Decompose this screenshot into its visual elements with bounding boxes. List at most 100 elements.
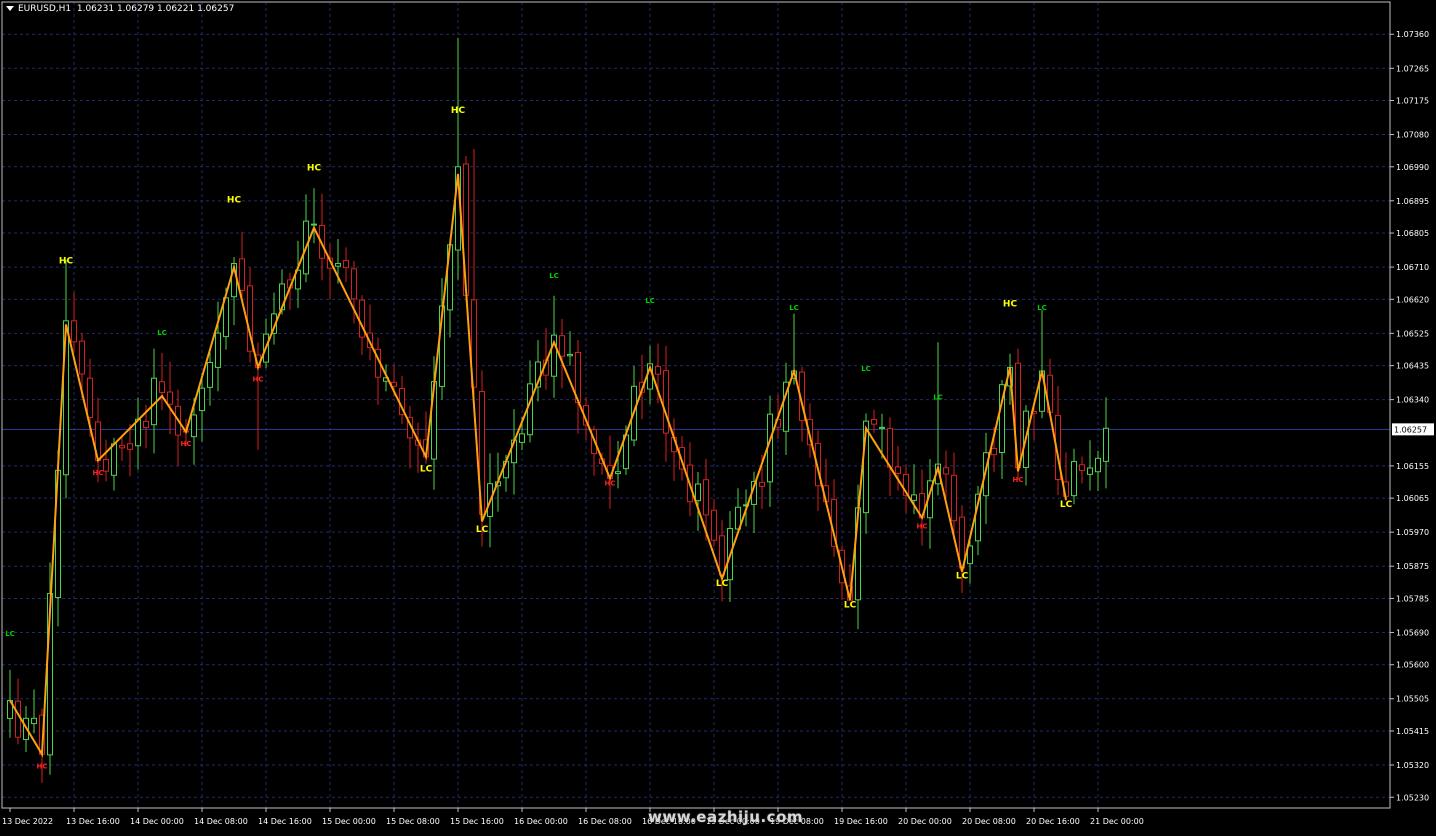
pattern-label: HC <box>37 763 48 771</box>
candle-body <box>1087 467 1093 475</box>
candle-body <box>703 479 709 516</box>
price-tick-label: 1.05875 <box>1396 562 1429 571</box>
pattern-labels: LC HC HC HC LC HC HC HC HC LC HC LC LC HC LC LC LC LC LC HC… <box>5 106 1072 771</box>
candle-body <box>71 320 77 343</box>
candle-body <box>343 260 349 269</box>
candle-body <box>311 223 317 226</box>
candle-body <box>87 377 93 419</box>
price-tick-label: 1.06895 <box>1396 197 1429 206</box>
price-tick-label: 1.05600 <box>1396 661 1429 670</box>
price-tick-label: 1.07175 <box>1396 97 1429 106</box>
zigzag-line <box>9 173 1067 758</box>
candle-body <box>1103 427 1109 462</box>
price-tick-label: 1.05230 <box>1396 793 1429 802</box>
candle-body <box>951 474 957 522</box>
price-tick-label: 1.06155 <box>1396 462 1429 471</box>
watermark-text: www.eazhiju.com <box>648 808 804 826</box>
candle-body <box>31 717 37 725</box>
price-tick-label: 1.06435 <box>1396 362 1429 371</box>
time-tick-label: 20 Dec 00:00 <box>898 817 952 826</box>
candle-body <box>159 381 165 393</box>
candle-body <box>559 335 565 357</box>
pattern-label: HC <box>227 196 242 206</box>
candle-body <box>103 458 109 472</box>
candle-body <box>871 418 877 425</box>
time-tick-label: 16 Dec 00:00 <box>514 817 568 826</box>
pattern-label: LC <box>420 464 433 474</box>
candle-body <box>991 447 997 456</box>
candle-body <box>79 340 85 375</box>
current-price-label: 1.06257 <box>1394 425 1427 434</box>
price-tick-label: 1.06620 <box>1396 295 1429 304</box>
candle-body <box>1079 464 1085 472</box>
dropdown-arrow-icon[interactable] <box>6 6 14 11</box>
time-tick-label: 15 Dec 08:00 <box>386 817 440 826</box>
price-tick-label: 1.06990 <box>1396 163 1429 172</box>
pattern-label: LC <box>1060 500 1073 510</box>
pattern-label: LC <box>645 297 655 305</box>
candle-body <box>519 433 525 443</box>
pattern-label: LC <box>549 272 559 280</box>
candle-body <box>711 509 717 541</box>
time-tick-label: 14 Dec 16:00 <box>258 817 312 826</box>
price-axis[interactable]: 1.07360 1.07265 1.07175 1.07080 1.06990 1.068… <box>1390 30 1434 802</box>
price-tick-label: 1.06805 <box>1396 229 1429 238</box>
pattern-label: LC <box>157 329 167 337</box>
pattern-label: LC <box>476 525 489 535</box>
pattern-label: LC <box>1037 304 1047 312</box>
candle-body <box>351 268 357 300</box>
symbol-label: EURUSD,H1 <box>18 4 72 14</box>
pattern-label: HC <box>1013 476 1024 484</box>
price-chart[interactable]: LC HC HC HC LC HC HC HC HC LC HC LC LC HC LC LC LC LC LC HC… <box>0 0 1436 832</box>
symbol-header: EURUSD,H1 1.06231 1.06279 1.06221 1.0625… <box>6 4 234 14</box>
candle-body <box>615 471 621 475</box>
candle-body <box>1095 457 1101 473</box>
ohlc-values: 1.06231 1.06279 1.06221 1.06257 <box>76 4 235 14</box>
time-tick-label: 19 Dec 16:00 <box>834 817 888 826</box>
price-tick-label: 1.05690 <box>1396 628 1429 637</box>
price-tick-label: 1.05785 <box>1396 594 1429 603</box>
candle-body <box>911 494 917 501</box>
candle-body <box>15 700 21 738</box>
candle-body <box>199 387 205 412</box>
time-tick-label: 14 Dec 00:00 <box>130 817 184 826</box>
time-tick-label: 16 Dec 08:00 <box>578 817 632 826</box>
candle-body <box>879 426 885 429</box>
zigzag-indicator <box>9 173 1067 758</box>
pattern-label: LC <box>956 572 969 582</box>
chart-window[interactable]: LC HC HC HC LC HC HC HC HC LC HC LC LC HC LC LC LC LC LC HC… <box>0 0 1436 832</box>
price-tick-label: 1.05505 <box>1396 695 1429 704</box>
pattern-label: HC <box>451 106 466 116</box>
pattern-label: HC <box>917 523 928 531</box>
candle-body <box>527 383 533 436</box>
price-tick-label: 1.07265 <box>1396 64 1429 73</box>
candle-body <box>119 444 125 449</box>
candle-body <box>239 258 245 291</box>
price-tick-label: 1.05970 <box>1396 528 1429 537</box>
candle-body <box>567 353 573 357</box>
candle-body <box>191 414 197 438</box>
time-tick-label: 15 Dec 00:00 <box>322 817 376 826</box>
time-tick-label: 15 Dec 16:00 <box>450 817 504 826</box>
pattern-label: LC <box>933 394 943 402</box>
price-tick-label: 1.06710 <box>1396 263 1429 272</box>
candle-body <box>215 332 221 368</box>
pattern-label: LC <box>5 630 15 638</box>
candle-body <box>127 443 133 450</box>
pattern-label: HC <box>253 376 264 384</box>
time-tick-label: 20 Dec 08:00 <box>962 817 1016 826</box>
time-tick-label: 21 Dec 00:00 <box>1090 817 1144 826</box>
pattern-label: LC <box>861 365 871 373</box>
candle-body <box>143 420 149 429</box>
candle-body <box>759 481 765 487</box>
time-axis[interactable]: 13 Dec 2022 13 Dec 16:00 14 Dec 00:00 14 De… <box>2 808 1144 826</box>
pattern-label: HC <box>181 440 192 448</box>
price-tick-label: 1.06525 <box>1396 329 1429 338</box>
price-tick-label: 1.06065 <box>1396 494 1429 503</box>
candle-body <box>167 391 173 405</box>
pattern-label: HC <box>93 469 104 477</box>
pattern-label: LC <box>789 304 799 312</box>
time-tick-label: 13 Dec 2022 <box>2 817 53 826</box>
price-tick-label: 1.05415 <box>1396 727 1429 736</box>
price-tick-label: 1.05320 <box>1396 761 1429 770</box>
